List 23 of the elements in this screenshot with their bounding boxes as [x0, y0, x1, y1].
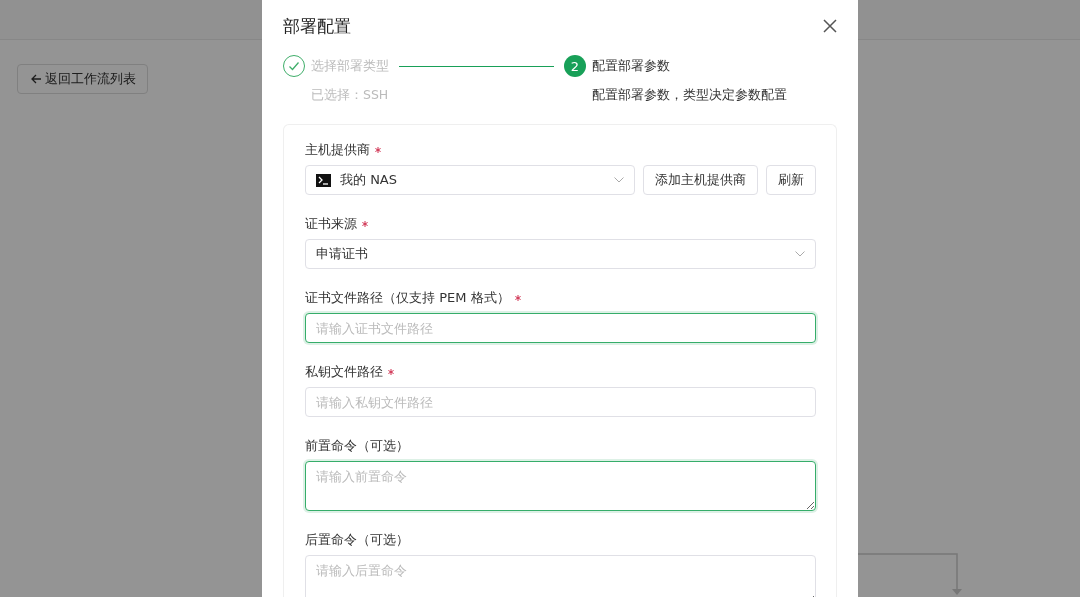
field-label: 前置命令（可选）	[305, 437, 409, 454]
select-field[interactable]: 申请证书	[305, 239, 816, 269]
text-area[interactable]: 请输入前置命令	[305, 461, 816, 511]
step-description: 已选择：SSH	[311, 87, 389, 104]
close-icon[interactable]	[823, 19, 837, 33]
text-field[interactable]: 请输入证书文件路径	[305, 313, 816, 343]
step-title: 选择部署类型	[311, 57, 389, 75]
dialog-title: 部署配置	[283, 14, 351, 38]
back-button[interactable]: 返回工作流列表	[17, 64, 148, 94]
refresh-button[interactable]: 刷新	[766, 165, 816, 195]
field-label: 后置命令（可选）	[305, 531, 409, 548]
step-description: 配置部署参数，类型决定参数配置	[592, 87, 787, 104]
step-number: 2	[564, 55, 586, 77]
step-title: 配置部署参数	[592, 57, 671, 75]
field-label: 主机提供商	[305, 141, 370, 158]
field-label: 私钥文件路径	[305, 363, 383, 380]
field-label: 证书文件路径（仅支持 PEM 格式）	[305, 289, 510, 306]
chevron-down-icon	[614, 177, 624, 183]
field-label: 证书来源	[305, 215, 357, 232]
add-provider-button[interactable]: 添加主机提供商	[643, 165, 758, 195]
chevron-down-icon	[795, 251, 805, 257]
select-field[interactable]: 我的 NAS	[305, 165, 635, 195]
arrow-left-icon	[30, 73, 42, 85]
